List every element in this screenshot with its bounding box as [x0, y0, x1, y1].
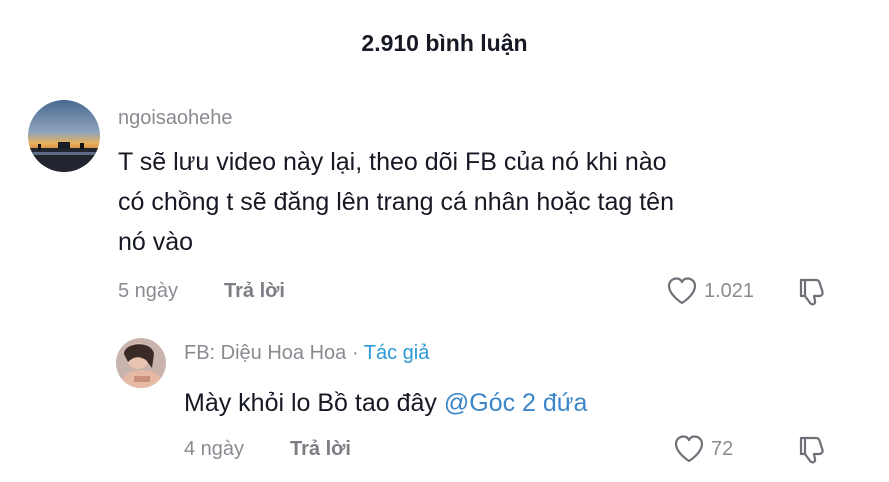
like-count: 72 — [711, 437, 734, 460]
mention-link[interactable]: @Góc 2 đứa — [444, 389, 588, 417]
profile-photo-avatar — [116, 338, 166, 388]
comment-time: 5 ngày — [118, 280, 179, 302]
reply-text: Mày khỏi lo Bồ tao đây @Góc 2 đứa — [184, 383, 587, 423]
author-badge: Tác giả — [363, 342, 430, 364]
user-avatar[interactable] — [116, 338, 166, 388]
reply-username-row: FB: Diệu Hoa Hoa · Tác giả — [184, 342, 429, 365]
reply-username[interactable]: FB: Diệu Hoa Hoa — [184, 342, 346, 364]
reply-button[interactable]: Trả lời — [224, 280, 285, 303]
like-count: 1.021 — [704, 279, 755, 302]
user-avatar[interactable] — [28, 100, 100, 172]
thumbs-down-icon — [799, 278, 824, 306]
comment-text-line: nó vào — [118, 228, 194, 256]
comment-text-line: có chồng t sẽ đăng lên trang cá nhân hoặ… — [118, 188, 674, 216]
comment-text-line: T sẽ lưu video này lại, theo dõi FB của … — [118, 148, 667, 176]
comment-count-title: 2.910 bình luận — [361, 30, 528, 56]
sunset-photo-avatar — [28, 100, 100, 172]
separator-dot: · — [351, 342, 359, 364]
like-button[interactable]: 1.021 — [666, 276, 754, 306]
dislike-button[interactable] — [796, 276, 828, 313]
reply-text-body: Mày khỏi lo Bồ tao đây — [184, 389, 437, 417]
comment-username[interactable]: ngoisaohehe — [118, 107, 233, 130]
comment-text: T sẽ lưu video này lại, theo dõi FB của … — [118, 142, 858, 262]
comments-panel: 2.910 bình luận ngoisaohehe T sẽ lưu vid… — [0, 0, 889, 482]
reply-button[interactable]: Trả lời — [290, 438, 351, 461]
reply-time: 4 ngày — [184, 438, 245, 460]
dislike-button[interactable] — [796, 434, 828, 471]
heart-icon — [667, 277, 697, 305]
thumbs-down-icon — [799, 436, 824, 464]
heart-icon — [674, 435, 704, 463]
like-button[interactable]: 72 — [673, 434, 733, 464]
